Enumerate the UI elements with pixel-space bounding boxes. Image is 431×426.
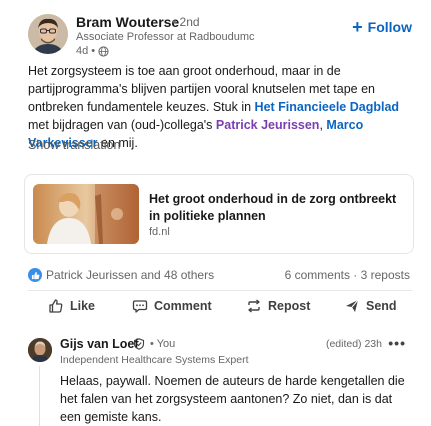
follow-button[interactable]: + Follow [352, 18, 412, 36]
send-label: Send [366, 299, 397, 313]
social-counts-bar: Patrick Jeurissen and 48 others 6 commen… [28, 268, 412, 284]
globe-icon [98, 45, 109, 57]
comment-bubble-icon [132, 300, 148, 313]
reactions-summary[interactable]: Patrick Jeurissen and 48 others [28, 268, 214, 282]
author-avatar-image [28, 14, 68, 54]
follow-label: Follow [367, 19, 412, 35]
comment-button[interactable]: Comment [132, 298, 212, 314]
article-preview-card[interactable]: Het groot onderhoud in de zorg ontbreekt… [24, 174, 414, 254]
send-button[interactable]: Send [344, 298, 397, 314]
more-dots-icon[interactable]: ••• [388, 335, 406, 351]
post-text-part-2: met bijdragen van (oud-)collega's [28, 118, 216, 132]
send-paper-plane-icon [346, 299, 359, 312]
post-time-text: 4d • [76, 45, 96, 57]
repost-button[interactable]: Repost [246, 298, 310, 314]
post-action-bar: Like Comment Repost Send [28, 296, 412, 322]
comments-reposts-count[interactable]: 6 comments · 3 reposts [285, 268, 410, 282]
like-label: Like [70, 299, 96, 313]
article-title: Het groot onderhoud in de zorg ontbreekt… [149, 192, 397, 223]
like-reaction-icon [28, 268, 42, 282]
article-thumbnail-image [33, 184, 139, 244]
you-label: • You [150, 338, 176, 350]
commenter-headline: Independent Healthcare Systems Expert [60, 354, 249, 366]
article-source: fd.nl [149, 226, 170, 238]
post-header: Bram Wouterse • 2nd Associate Professor … [28, 10, 418, 58]
author-name[interactable]: Bram Wouterse [76, 14, 179, 30]
commenter-avatar-image [28, 338, 52, 362]
comment-header: Gijs van Loef • You Independent Healthca… [60, 335, 410, 367]
repost-arrows-icon [248, 299, 260, 313]
comment-thread-line [39, 366, 40, 426]
commenter-avatar[interactable] [28, 338, 52, 362]
thumbs-up-icon [49, 299, 63, 313]
comment-label: Comment [154, 299, 212, 313]
post-timestamp: 4d • [76, 45, 109, 57]
like-button[interactable]: Like [48, 298, 95, 314]
company-link-fd[interactable]: Het Financieele Dagblad [255, 100, 399, 114]
mention-patrick-jeurissen[interactable]: Patrick Jeurissen [216, 118, 320, 132]
plus-icon: + [352, 17, 363, 37]
comment-timestamp: (edited) 23h [325, 338, 382, 350]
actions-divider [28, 290, 412, 291]
repost-label: Repost [268, 299, 311, 313]
comment-text: Helaas, paywall. Noemen de auteurs de ha… [60, 374, 405, 424]
show-translation-link[interactable]: Show translation [28, 138, 120, 152]
verified-shield-icon [133, 338, 145, 350]
author-avatar[interactable] [28, 14, 68, 54]
commenter-name[interactable]: Gijs van Loef [60, 337, 139, 351]
article-thumbnail [33, 184, 139, 244]
connection-degree: • 2nd [172, 15, 200, 29]
reactions-text: Patrick Jeurissen and 48 others [46, 268, 215, 282]
author-headline: Associate Professor at Radboudumc [76, 31, 255, 43]
